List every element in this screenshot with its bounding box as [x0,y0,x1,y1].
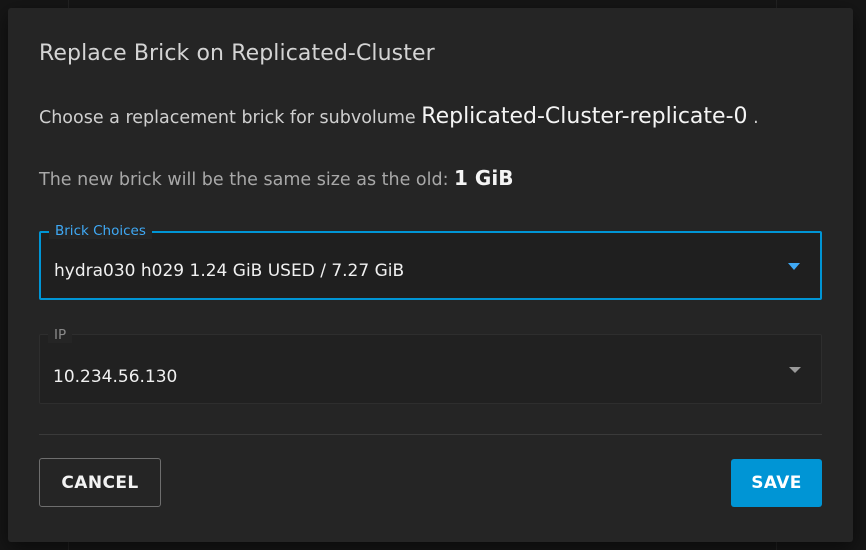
brick-choices-label: Brick Choices [49,223,152,239]
save-button[interactable]: SAVE [731,459,822,507]
actions-divider [39,434,822,435]
dialog-title: Replace Brick on Replicated-Cluster [39,41,435,66]
subvolume-suffix-text: . [747,108,759,128]
chevron-down-icon[interactable] [788,263,800,270]
ip-select[interactable]: IP 10.234.56.130 [39,327,822,404]
subvolume-name: Replicated-Cluster-replicate-0 [421,104,748,129]
replace-brick-dialog: Replace Brick on Replicated-Cluster Choo… [8,8,853,542]
ip-value: 10.234.56.130 [53,367,178,387]
chevron-down-icon[interactable] [789,367,801,373]
cancel-button[interactable]: CANCEL [39,458,161,507]
subvolume-description: Choose a replacement brick for subvolume… [39,104,759,129]
size-prefix-text: The new brick will be the same size as t… [39,170,455,190]
brick-size-value: 1 GiB [454,166,514,190]
size-description: The new brick will be the same size as t… [39,166,513,190]
ip-label: IP [48,327,73,343]
brick-choices-select[interactable]: Brick Choices hydra030 h029 1.24 GiB USE… [39,223,822,300]
brick-choices-value: hydra030 h029 1.24 GiB USED / 7.27 GiB [54,261,405,281]
subvolume-prefix-text: Choose a replacement brick for subvolume [39,108,422,128]
